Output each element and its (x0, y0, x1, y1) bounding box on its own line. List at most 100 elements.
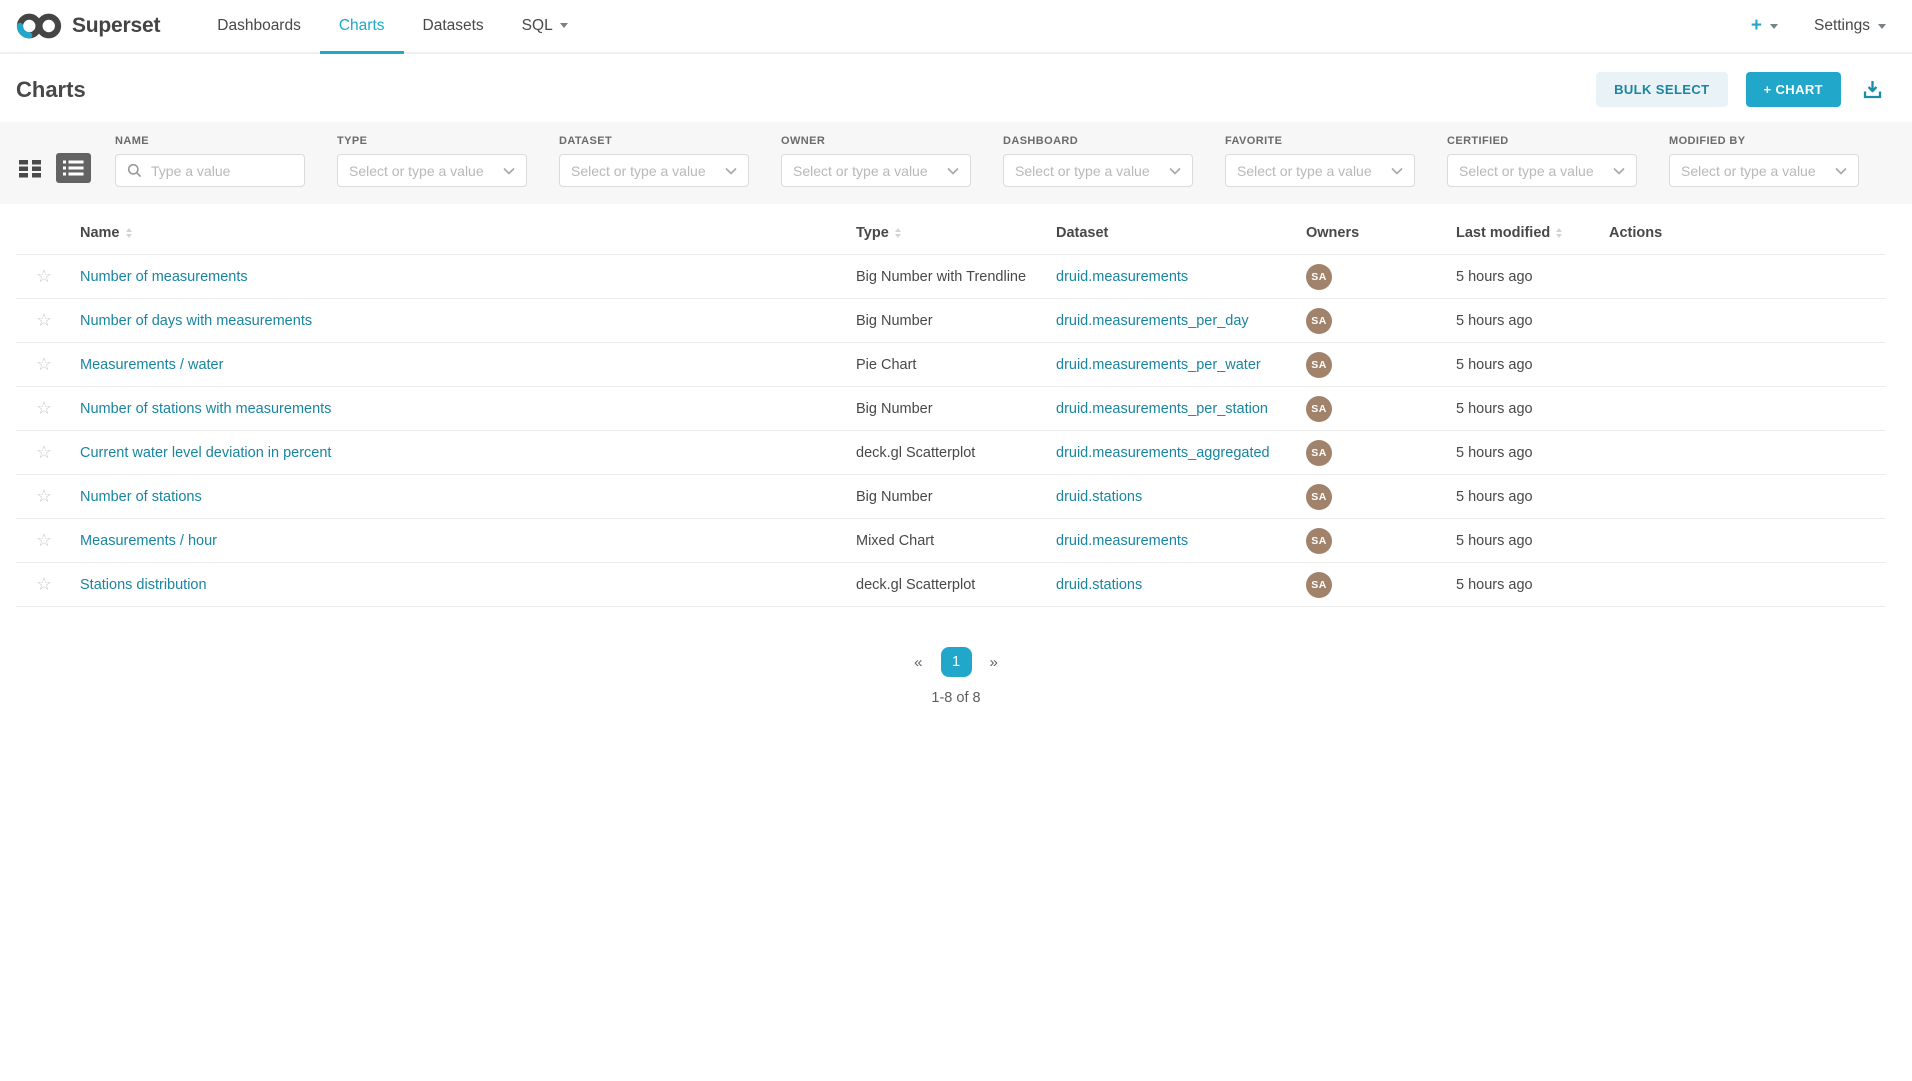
filter-type: TYPE Select or type a value (337, 135, 527, 187)
charts-table-wrap: NameTypeDatasetOwnersLast modifiedAction… (0, 204, 1912, 607)
chart-name-link[interactable]: Number of days with measurements (80, 313, 312, 329)
column-header-label: Owners (1306, 225, 1448, 241)
favorite-star-icon[interactable]: ☆ (36, 311, 52, 329)
card-view-toggle[interactable] (18, 158, 43, 179)
filter-dashboard-control[interactable]: Select or type a value (1003, 154, 1193, 187)
table-row: ☆Measurements / hourMixed Chartdruid.mea… (16, 519, 1886, 563)
favorite-star-icon[interactable]: ☆ (36, 531, 52, 549)
infinity-logo-icon (16, 12, 62, 40)
sort-icon (895, 228, 901, 238)
nav-item-dashboards[interactable]: Dashboards (198, 0, 320, 54)
column-header-text: Last modified (1456, 225, 1550, 241)
column-header-text: Type (856, 225, 889, 241)
pagination: « 1 » (0, 647, 1912, 677)
favorite-star-icon[interactable]: ☆ (36, 487, 52, 505)
filter-type-control[interactable]: Select or type a value (337, 154, 527, 187)
dataset-link[interactable]: druid.measurements_per_station (1056, 401, 1268, 417)
main-nav: Dashboards ChartsDatasets SQL (198, 0, 586, 52)
filter-bar: NAMETYPESelect or type a valueDATASETSel… (0, 122, 1912, 204)
chart-name-link[interactable]: Stations distribution (80, 577, 207, 593)
dataset-link[interactable]: druid.stations (1056, 489, 1142, 505)
select-placeholder: Select or type a value (1459, 163, 1606, 179)
table-body: ☆Number of measurementsBig Number with T… (16, 255, 1886, 607)
column-header-dataset: Dataset (1052, 210, 1302, 255)
chart-type-cell: Big Number (852, 387, 1052, 431)
filter-name-input[interactable] (149, 162, 293, 180)
nav-item-sql[interactable]: SQL (503, 0, 587, 54)
select-placeholder: Select or type a value (1015, 163, 1162, 179)
nav-item-charts[interactable]: Charts (320, 0, 404, 54)
caret-down-icon (1878, 24, 1886, 29)
chart-type-cell: deck.gl Scatterplot (852, 431, 1052, 475)
filter-dataset: DATASETSelect or type a value (559, 135, 749, 187)
chevron-down-icon (1169, 167, 1181, 175)
last-modified-cell: 5 hours ago (1452, 475, 1605, 519)
chart-name-link[interactable]: Number of stations with measurements (80, 401, 331, 417)
favorite-star-icon[interactable]: ☆ (36, 355, 52, 373)
chart-name-link[interactable]: Measurements / water (80, 357, 223, 373)
new-chart-button[interactable]: + CHART (1746, 72, 1842, 107)
bulk-select-button[interactable]: BULK SELECT (1596, 72, 1727, 107)
favorite-star-icon[interactable]: ☆ (36, 267, 52, 285)
filter-certified-control[interactable]: Select or type a value (1447, 154, 1637, 187)
chart-name-link[interactable]: Number of measurements (80, 269, 248, 285)
column-header-type[interactable]: Type (852, 210, 1052, 255)
pagination-page-1[interactable]: 1 (941, 647, 972, 677)
dataset-link[interactable]: druid.stations (1056, 577, 1142, 593)
last-modified-cell: 5 hours ago (1452, 299, 1605, 343)
dataset-link[interactable]: druid.measurements_aggregated (1056, 445, 1270, 461)
import-charts-button[interactable] (1859, 76, 1886, 103)
chart-name-link[interactable]: Current water level deviation in percent (80, 445, 331, 461)
pagination-prev-button[interactable]: « (906, 650, 930, 675)
new-menu-button[interactable]: + (1751, 15, 1778, 37)
column-header-last-modified[interactable]: Last modified (1452, 210, 1605, 255)
favorite-star-icon[interactable]: ☆ (36, 443, 52, 461)
dataset-link[interactable]: druid.measurements_per_water (1056, 357, 1261, 373)
nav-item-label: Dashboards (217, 17, 301, 35)
list-view-toggle[interactable] (56, 153, 91, 183)
table-row: ☆Number of days with measurementsBig Num… (16, 299, 1886, 343)
actions-cell (1605, 255, 1886, 299)
table-row: ☆Measurements / waterPie Chartdruid.meas… (16, 343, 1886, 387)
chevron-down-icon (947, 167, 959, 175)
column-header-name[interactable]: Name (76, 210, 852, 255)
table-row: ☆ Current water level deviation in percen… (16, 431, 1886, 475)
favorite-star-icon[interactable]: ☆ (36, 575, 52, 593)
filter-dashboard: DASHBOARDSelect or type a value (1003, 135, 1193, 187)
settings-menu-button[interactable]: Settings (1814, 17, 1886, 35)
filter-name-control (115, 154, 305, 187)
filter-modified-by-control[interactable]: Select or type a value (1669, 154, 1859, 187)
chart-name-link[interactable]: Number of stations (80, 489, 202, 505)
owner-avatar: SA (1306, 528, 1332, 554)
chart-type-cell: deck.gl Scatterplot (852, 563, 1052, 607)
column-header-text: Owners (1306, 225, 1359, 241)
caret-down-icon (560, 23, 568, 28)
chevron-down-icon (725, 167, 737, 175)
dataset-link[interactable]: druid.measurements (1056, 533, 1188, 549)
filter-label: TYPE (337, 135, 527, 147)
filter-dataset-control[interactable]: Select or type a value (559, 154, 749, 187)
chevron-down-icon (1835, 167, 1847, 175)
filter-owner-control[interactable]: Select or type a value (781, 154, 971, 187)
dataset-link[interactable]: druid.measurements (1056, 269, 1188, 285)
actions-cell (1605, 431, 1886, 475)
page-header: Charts BULK SELECT + CHART (0, 54, 1912, 122)
superset-logo[interactable]: Superset (16, 0, 160, 52)
pagination-next-button[interactable]: » (982, 650, 1006, 675)
nav-item-datasets[interactable]: Datasets (404, 0, 503, 54)
last-modified-cell: 5 hours ago (1452, 563, 1605, 607)
navbar: Superset Dashboards ChartsDatasets SQL + S… (0, 0, 1912, 54)
owner-avatar: SA (1306, 572, 1332, 598)
favorite-star-icon[interactable]: ☆ (36, 399, 52, 417)
filter-favorite: FAVORITESelect or type a value (1225, 135, 1415, 187)
last-modified-cell: 5 hours ago (1452, 387, 1605, 431)
column-header-label: Dataset (1056, 225, 1298, 241)
nav-item-label: SQL (522, 17, 553, 35)
table-row: ☆ Number of stations with measurements Big… (16, 387, 1886, 431)
filter-favorite-control[interactable]: Select or type a value (1225, 154, 1415, 187)
table-row: ☆ Stations distribution deck.gl Scatterplo… (16, 563, 1886, 607)
dataset-link[interactable]: druid.measurements_per_day (1056, 313, 1249, 329)
chart-name-link[interactable]: Measurements / hour (80, 533, 217, 549)
last-modified-cell: 5 hours ago (1452, 431, 1605, 475)
filter-owner: OWNERSelect or type a value (781, 135, 971, 187)
